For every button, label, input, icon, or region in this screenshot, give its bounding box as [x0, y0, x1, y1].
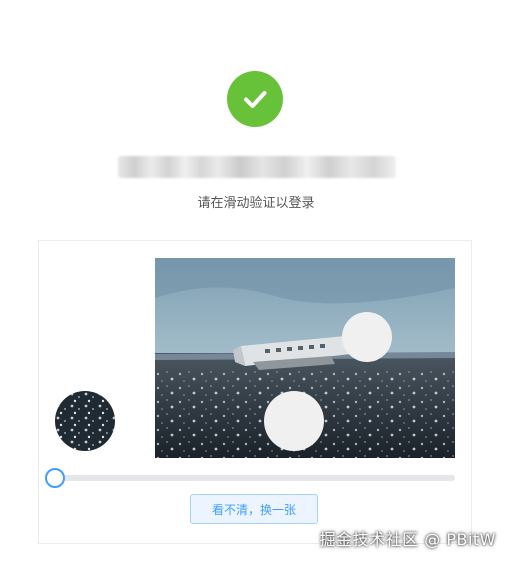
captcha-background-image: [155, 258, 455, 458]
blurred-account-text: [118, 156, 396, 178]
success-badge: [227, 71, 283, 127]
checkmark-icon: [244, 91, 267, 108]
watermark: 掘金技术社区 @ PBitW: [319, 530, 496, 549]
refresh-captcha-button[interactable]: 看不清，换一张: [190, 494, 318, 524]
captcha-hint: 请在滑动验证以登录: [197, 196, 315, 211]
slider-track[interactable]: [54, 475, 455, 481]
login-captcha-page: 请在滑动验证以登录 看不清，换一张 掘金技术社区 @ PBitW: [0, 0, 512, 564]
slider-handle[interactable]: [45, 468, 65, 488]
puzzle-piece[interactable]: [55, 391, 115, 451]
